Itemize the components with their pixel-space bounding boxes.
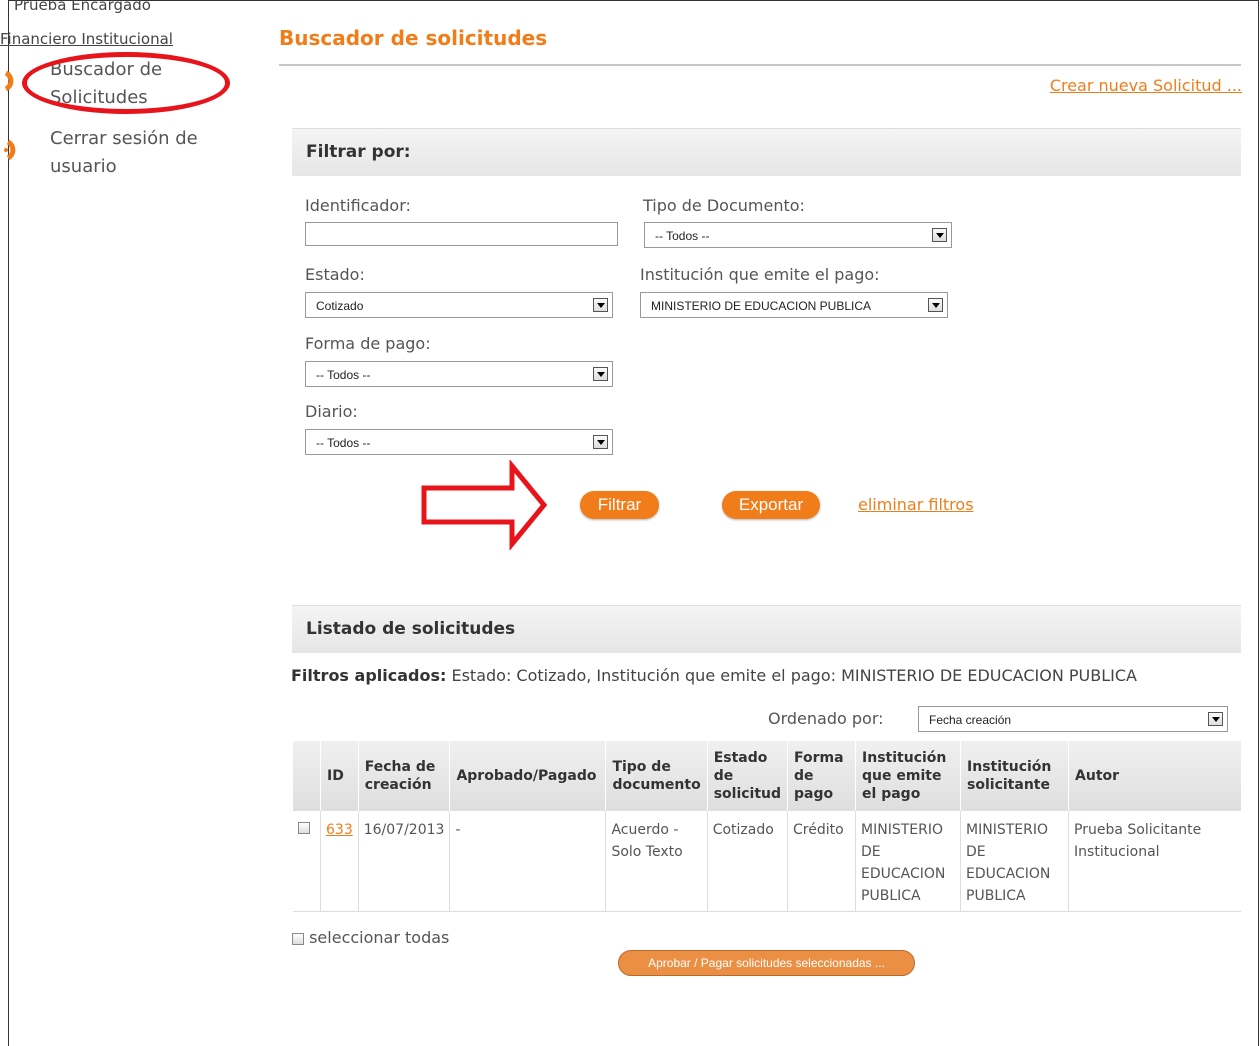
user-name-line1: Prueba Encargado [14,0,151,14]
autor-cell: Prueba Solicitante Institucional [1068,811,1241,912]
list-panel-header: Listado de solicitudes [292,605,1241,653]
diario-label: Diario: [305,402,358,421]
column-header[interactable]: Forma de pago [787,741,856,811]
fecha-cell: 16/07/2013 [357,811,450,912]
filter-panel-header: Filtrar por: [292,128,1241,176]
forma-pago-label: Forma de pago: [305,334,431,353]
select-all[interactable]: seleccionar todas [292,928,449,947]
create-request-link[interactable]: Crear nueva Solicitud ... [1050,76,1242,95]
diario-select[interactable]: -- Todos -- [305,429,613,455]
requests-table: ID Fecha de creación Aprobado/Pagado Tip… [292,741,1241,912]
chevron-down-icon[interactable] [932,228,947,242]
id-cell[interactable]: 633 [320,811,359,912]
order-select[interactable]: Fecha creación [918,706,1228,732]
eliminar-filtros-link[interactable]: eliminar filtros [858,495,974,514]
order-label: Ordenado por: [768,709,884,728]
orange-bullet-icon [4,70,14,92]
column-header[interactable]: Institución que emite el pago [855,741,961,811]
inst-solicitante-cell: MINISTERIO DE EDUCACION PUBLICA [960,811,1069,912]
column-header-select [292,741,321,811]
exportar-button[interactable]: Exportar [722,491,820,519]
tipo-cell: Acuerdo - Solo Texto [605,811,708,912]
request-id-link[interactable]: 633 [326,822,353,838]
forma-pago-value: -- Todos -- [316,368,371,382]
institucion-label: Institución que emite el pago: [640,265,880,284]
column-header[interactable]: ID [320,741,359,811]
column-header[interactable]: Tipo de documento [605,741,708,811]
tipo-documento-value: -- Todos -- [655,229,710,243]
select-all-checkbox[interactable] [292,932,304,945]
forma-pago-select[interactable]: -- Todos -- [305,361,613,387]
user-name-line2: Financiero Institucional [0,30,173,48]
chevron-down-icon[interactable] [593,367,608,381]
table-row: 633 16/07/2013 - Acuerdo - Solo Texto Co… [292,811,1241,912]
column-header[interactable]: Institución solicitante [960,741,1069,811]
estado-value: Cotizado [316,299,364,313]
row-select-cell[interactable] [292,811,321,912]
estado-label: Estado: [305,265,365,284]
identificador-label: Identificador: [305,196,411,215]
diario-value: -- Todos -- [316,436,371,450]
column-header[interactable]: Fecha de creación [357,741,450,811]
institucion-select[interactable]: MINISTERIO DE EDUCACION PUBLICA [640,292,948,318]
chevron-down-icon[interactable] [928,298,943,312]
aprobado-cell: - [449,811,606,912]
applied-filters: Filtros aplicados: Estado: Cotizado, Ins… [291,666,1137,685]
title-divider [279,64,1241,66]
order-value: Fecha creación [929,713,1012,727]
chevron-down-icon[interactable] [593,298,608,312]
tipo-documento-label: Tipo de Documento: [643,196,805,215]
select-all-label: seleccionar todas [309,928,450,947]
sidebar-item-label: Cerrar sesión de [50,128,198,149]
table-header-row: ID Fecha de creación Aprobado/Pagado Tip… [292,741,1241,811]
tipo-documento-select[interactable]: -- Todos -- [644,222,952,248]
filtrar-button[interactable]: Filtrar [580,491,659,519]
column-header[interactable]: Autor [1068,741,1241,811]
estado-select[interactable]: Cotizado [305,292,613,318]
column-header[interactable]: Aprobado/Pagado [449,741,606,811]
chevron-down-icon[interactable] [1208,712,1223,726]
list-panel-title: Listado de solicitudes [306,619,516,639]
column-header[interactable]: Estado de solicitud [706,741,788,811]
applied-filters-text: Estado: Cotizado, Institución que emite … [451,666,1137,685]
approve-pay-button[interactable]: Aprobar / Pagar solicitudes seleccionada… [618,950,915,976]
institucion-value: MINISTERIO DE EDUCACION PUBLICA [651,299,872,313]
inst-emite-cell: MINISTERIO DE EDUCACION PUBLICA [855,811,961,912]
annotation-circle [22,52,230,114]
identificador-input[interactable] [305,222,618,246]
page-title: Buscador de solicitudes [279,26,548,50]
annotation-arrow-icon [421,460,548,550]
applied-filters-prefix: Filtros aplicados: [291,666,447,685]
filter-panel-title: Filtrar por: [306,142,411,162]
estado-cell: Cotizado [706,811,788,912]
orange-bullet-icon [4,139,16,161]
forma-cell: Crédito [787,811,856,912]
chevron-down-icon[interactable] [593,435,608,449]
row-checkbox[interactable] [297,822,310,834]
sidebar-item-label: usuario [50,156,117,177]
